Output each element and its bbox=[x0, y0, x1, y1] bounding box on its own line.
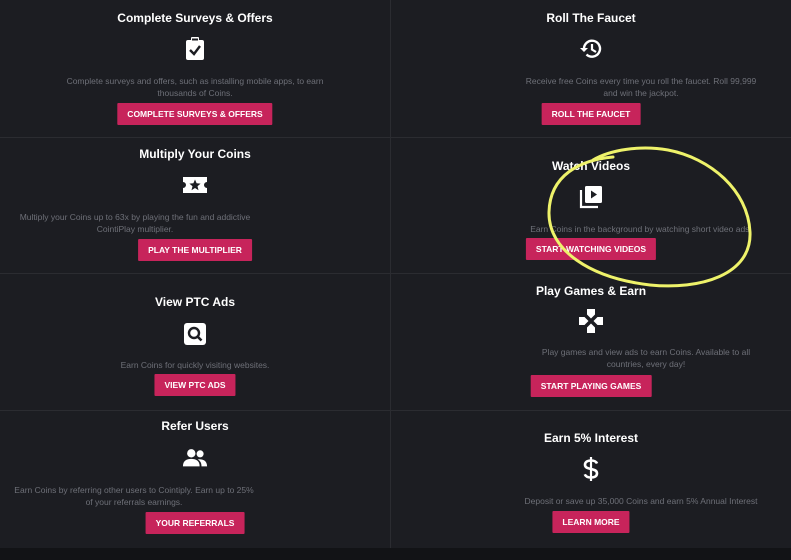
card-description: Earn Coins for quickly visiting websites… bbox=[120, 360, 270, 370]
view-ptc-ads-button[interactable]: VIEW PTC ADS bbox=[154, 374, 236, 396]
card-title: Watch Videos bbox=[551, 159, 631, 173]
card-earn-interest: Earn 5% Interest Deposit or save up 35,0… bbox=[391, 411, 791, 548]
card-roll-faucet: Roll The Faucet Receive free Coins every… bbox=[391, 0, 791, 137]
clipboard-check-icon bbox=[182, 36, 208, 62]
card-title: Multiply Your Coins bbox=[139, 147, 251, 161]
start-watching-videos-button[interactable]: START WATCHING VIDEOS bbox=[525, 238, 657, 260]
card-description: Earn Coins by referring other users to C… bbox=[14, 485, 254, 507]
card-title: Refer Users bbox=[161, 419, 229, 433]
card-description: Receive free Coins every time you roll t… bbox=[525, 76, 757, 98]
card-play-games: Play Games & Earn Play games and view ad… bbox=[391, 274, 791, 410]
card-view-ptc-ads: View PTC Ads Earn Coins for quickly visi… bbox=[0, 274, 390, 410]
play-the-multiplier-button[interactable]: PLAY THE MULTIPLIER bbox=[138, 239, 252, 261]
card-title: Earn 5% Interest bbox=[543, 431, 639, 445]
card-title: View PTC Ads bbox=[154, 295, 236, 309]
people-icon bbox=[182, 445, 208, 471]
learn-more-button[interactable]: LEARN MORE bbox=[552, 511, 630, 533]
page-footer-band bbox=[0, 548, 791, 560]
earn-options-grid: Complete Surveys & Offers Complete surve… bbox=[0, 0, 791, 560]
card-description: Deposit or save up 35,000 Coins and earn… bbox=[524, 496, 758, 506]
dollar-icon bbox=[578, 456, 604, 482]
card-multiply-coins: Multiply Your Coins Multiply your Coins … bbox=[0, 138, 390, 273]
history-icon bbox=[578, 36, 604, 62]
card-title: Roll The Faucet bbox=[546, 11, 636, 25]
complete-surveys-offers-button[interactable]: COMPLETE SURVEYS & OFFERS bbox=[117, 103, 273, 125]
roll-the-faucet-button[interactable]: ROLL THE FAUCET bbox=[541, 103, 641, 125]
card-title: Play Games & Earn bbox=[535, 284, 647, 298]
card-description: Complete surveys and offers, such as ins… bbox=[66, 76, 324, 98]
start-playing-games-button[interactable]: START PLAYING GAMES bbox=[530, 375, 652, 397]
card-description: Multiply your Coins up to 63x by playing… bbox=[19, 212, 251, 234]
card-description: Play games and view ads to earn Coins. A… bbox=[541, 347, 751, 369]
card-title: Complete Surveys & Offers bbox=[117, 11, 273, 25]
your-referrals-button[interactable]: YOUR REFERRALS bbox=[145, 512, 245, 534]
card-refer-users: Refer Users Earn Coins by referring othe… bbox=[0, 411, 390, 548]
card-watch-videos: Watch Videos Earn Coins in the backgroun… bbox=[391, 138, 791, 273]
ticket-star-icon bbox=[182, 172, 208, 198]
card-description: Earn Coins in the background by watching… bbox=[530, 224, 752, 234]
gamepad-icon bbox=[578, 308, 604, 334]
column-divider bbox=[390, 0, 391, 548]
search-icon bbox=[182, 321, 208, 347]
video-library-icon bbox=[578, 184, 604, 210]
card-surveys-offers: Complete Surveys & Offers Complete surve… bbox=[0, 0, 390, 137]
